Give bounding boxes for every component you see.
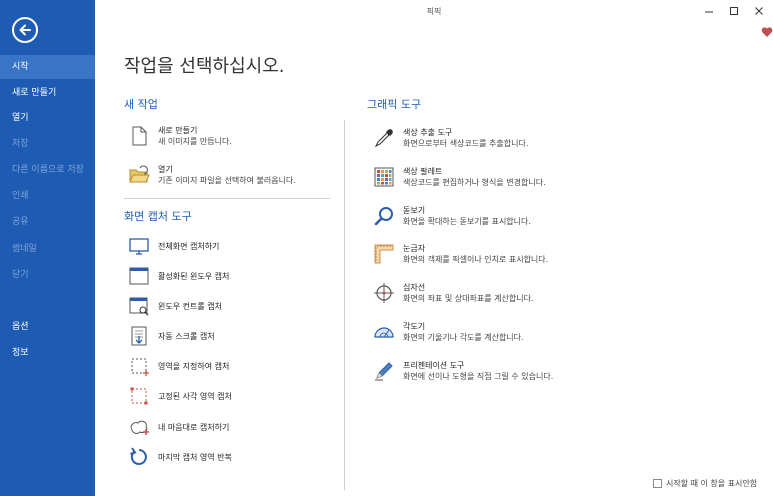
scroll-page-icon (128, 325, 150, 347)
capture-active-window-item[interactable]: 활성화된 윈도우 캡처 (128, 265, 229, 287)
capture-fixed-region-item[interactable]: 고정된 사각 영역 캡처 (128, 385, 232, 407)
sidebar-item-print: 인쇄 (12, 191, 29, 201)
magnifier-desc: 화면을 확대하는 돋보기를 표시합니다. (403, 217, 531, 226)
fixed-region-icon (128, 385, 150, 407)
ruler-icon (373, 243, 395, 265)
capture-active-window-label: 활성화된 윈도우 캡처 (158, 271, 230, 281)
color-picker-title: 색상 추출 도구 (403, 128, 453, 137)
capture-fixed-region-label: 고정된 사각 영역 캡처 (158, 391, 232, 401)
close-button[interactable] (751, 4, 767, 18)
new-image-desc: 새 이미지를 만듭니다. (158, 137, 232, 146)
capture-window-control-item[interactable]: 윈도우 컨트롤 캡처 (128, 295, 222, 317)
maximize-button[interactable] (726, 4, 742, 18)
graphics-heading: 그래픽 도구 (367, 98, 422, 111)
hide-on-startup-checkbox[interactable]: 시작할 때 이 창을 표시안함 (653, 478, 757, 489)
sidebar-item-save-as: 다른 이름으로 저장 (12, 165, 84, 175)
region-select-icon (128, 355, 150, 377)
pen-icon (373, 360, 395, 382)
capture-auto-scroll-item[interactable]: 자동 스크롤 캡처 (128, 325, 215, 347)
crosshair-item[interactable]: 십자선 화면의 좌표 및 상대좌표를 계산합니다. (373, 282, 533, 304)
app-window: 시작 새로 만들기 열기 저장 다른 이름으로 저장 인쇄 공유 썸네일 닫기 … (0, 0, 773, 496)
color-picker-item[interactable]: 색상 추출 도구 화면으로부터 색상코드를 추출합니다. (373, 127, 528, 149)
section-divider (124, 198, 330, 199)
hide-on-startup-label: 시작할 때 이 창을 표시안함 (666, 479, 758, 488)
sidebar-item-thumbnail: 썸네일 (12, 244, 37, 254)
capture-heading: 화면 캡처 도구 (124, 210, 192, 223)
capture-fullscreen-item[interactable]: 전체화면 캡처하기 (128, 235, 219, 257)
sidebar: 시작 새로 만들기 열기 저장 다른 이름으로 저장 인쇄 공유 썸네일 닫기 … (0, 0, 95, 496)
crosshair-title: 십자선 (403, 283, 426, 292)
color-palette-title: 색상 팔레트 (403, 167, 443, 176)
color-palette-desc: 색상코드를 편집하거나 형식을 변경합니다. (403, 178, 546, 187)
ruler-title: 눈금자 (403, 244, 426, 253)
color-picker-desc: 화면으로부터 색상코드를 추출합니다. (403, 139, 529, 148)
sidebar-item-close: 닫기 (12, 270, 29, 280)
sidebar-item-save: 저장 (12, 139, 29, 149)
protractor-desc: 화면의 기울기나 각도를 계산합니다. (403, 333, 524, 342)
window-search-icon (128, 295, 150, 317)
maximize-icon (730, 7, 738, 15)
presentation-tool-desc: 화면에 선이나 도형을 직접 그릴 수 있습니다. (403, 372, 554, 381)
crosshair-icon (373, 282, 395, 304)
capture-region-label: 영역을 지정하여 캡처 (158, 361, 230, 371)
folder-open-icon (128, 164, 150, 186)
capture-region-item[interactable]: 영역을 지정하여 캡처 (128, 355, 229, 377)
ruler-item[interactable]: 눈금자 화면의 객체를 픽셀이나 인치로 표시합니다. (373, 243, 548, 265)
new-image-item[interactable]: 새로 만들기 새 이미지를 만듭니다. (128, 125, 232, 147)
sidebar-item-start[interactable]: 시작 (0, 55, 95, 79)
sidebar-item-share: 공유 (12, 217, 29, 227)
window-title: 픽픽 (426, 7, 442, 16)
window-icon (128, 265, 150, 287)
magnifier-item[interactable]: 돋보기 화면을 확대하는 돋보기를 표시합니다. (373, 205, 531, 227)
new-file-icon (128, 125, 150, 147)
protractor-title: 각도기 (403, 322, 426, 331)
back-button[interactable] (12, 17, 38, 43)
sidebar-item-new[interactable]: 새로 만들기 (0, 81, 95, 105)
protractor-item[interactable]: 각도기 화면의 기울기나 각도를 계산합니다. (373, 321, 524, 343)
checkbox-box[interactable] (653, 479, 662, 488)
magnifier-icon (373, 205, 395, 227)
open-image-desc: 기존 이미지 파일을 선택하여 불러옵니다. (158, 176, 296, 185)
page-title: 작업을 선택하십시오. (124, 56, 285, 77)
capture-repeat-last-label: 마지막 캡처 영역 반복 (158, 452, 232, 462)
palette-grid-icon (373, 166, 395, 188)
presentation-tool-item[interactable]: 프리젠테이션 도구 화면에 선이나 도형을 직접 그릴 수 있습니다. (373, 360, 553, 382)
open-image-title: 열기 (158, 165, 173, 174)
title-bar: 픽픽 (95, 0, 773, 24)
new-image-title: 새로 만들기 (158, 126, 198, 135)
sidebar-item-options[interactable]: 옵션 (0, 315, 95, 339)
open-image-item[interactable]: 열기 기존 이미지 파일을 선택하여 불러옵니다. (128, 164, 296, 186)
eyedropper-icon (373, 127, 395, 149)
capture-auto-scroll-label: 자동 스크롤 캡처 (158, 331, 215, 341)
capture-repeat-last-item[interactable]: 마지막 캡처 영역 반복 (128, 446, 232, 468)
new-task-heading: 새 작업 (124, 98, 158, 111)
freeform-icon (128, 416, 150, 438)
color-palette-item[interactable]: 색상 팔레트 색상코드를 편집하거나 형식을 변경합니다. (373, 166, 546, 188)
magnifier-title: 돋보기 (403, 206, 426, 215)
close-icon (755, 7, 763, 15)
sidebar-item-info[interactable]: 정보 (0, 341, 95, 365)
capture-freeform-item[interactable]: 내 마음대로 캡처하기 (128, 416, 229, 438)
capture-freeform-label: 내 마음대로 캡처하기 (158, 422, 230, 432)
protractor-icon (373, 321, 395, 343)
capture-fullscreen-label: 전체화면 캡처하기 (158, 241, 220, 251)
minimize-icon (705, 11, 713, 13)
arrow-left-icon (19, 24, 31, 36)
crosshair-desc: 화면의 좌표 및 상대좌표를 계산합니다. (403, 294, 534, 303)
repeat-icon (128, 446, 150, 468)
minimize-button[interactable] (701, 4, 717, 18)
ruler-desc: 화면의 객체를 픽셀이나 인치로 표시합니다. (403, 255, 549, 264)
main-content: 작업을 선택하십시오. 새 작업 새로 만들기 새 이미지를 만듭니다. 열기 … (95, 24, 773, 496)
sidebar-item-open[interactable]: 열기 (0, 106, 95, 130)
presentation-tool-title: 프리젠테이션 도구 (403, 361, 465, 370)
monitor-icon (128, 235, 150, 257)
column-divider (344, 120, 345, 490)
capture-window-control-label: 윈도우 컨트롤 캡처 (158, 301, 222, 311)
